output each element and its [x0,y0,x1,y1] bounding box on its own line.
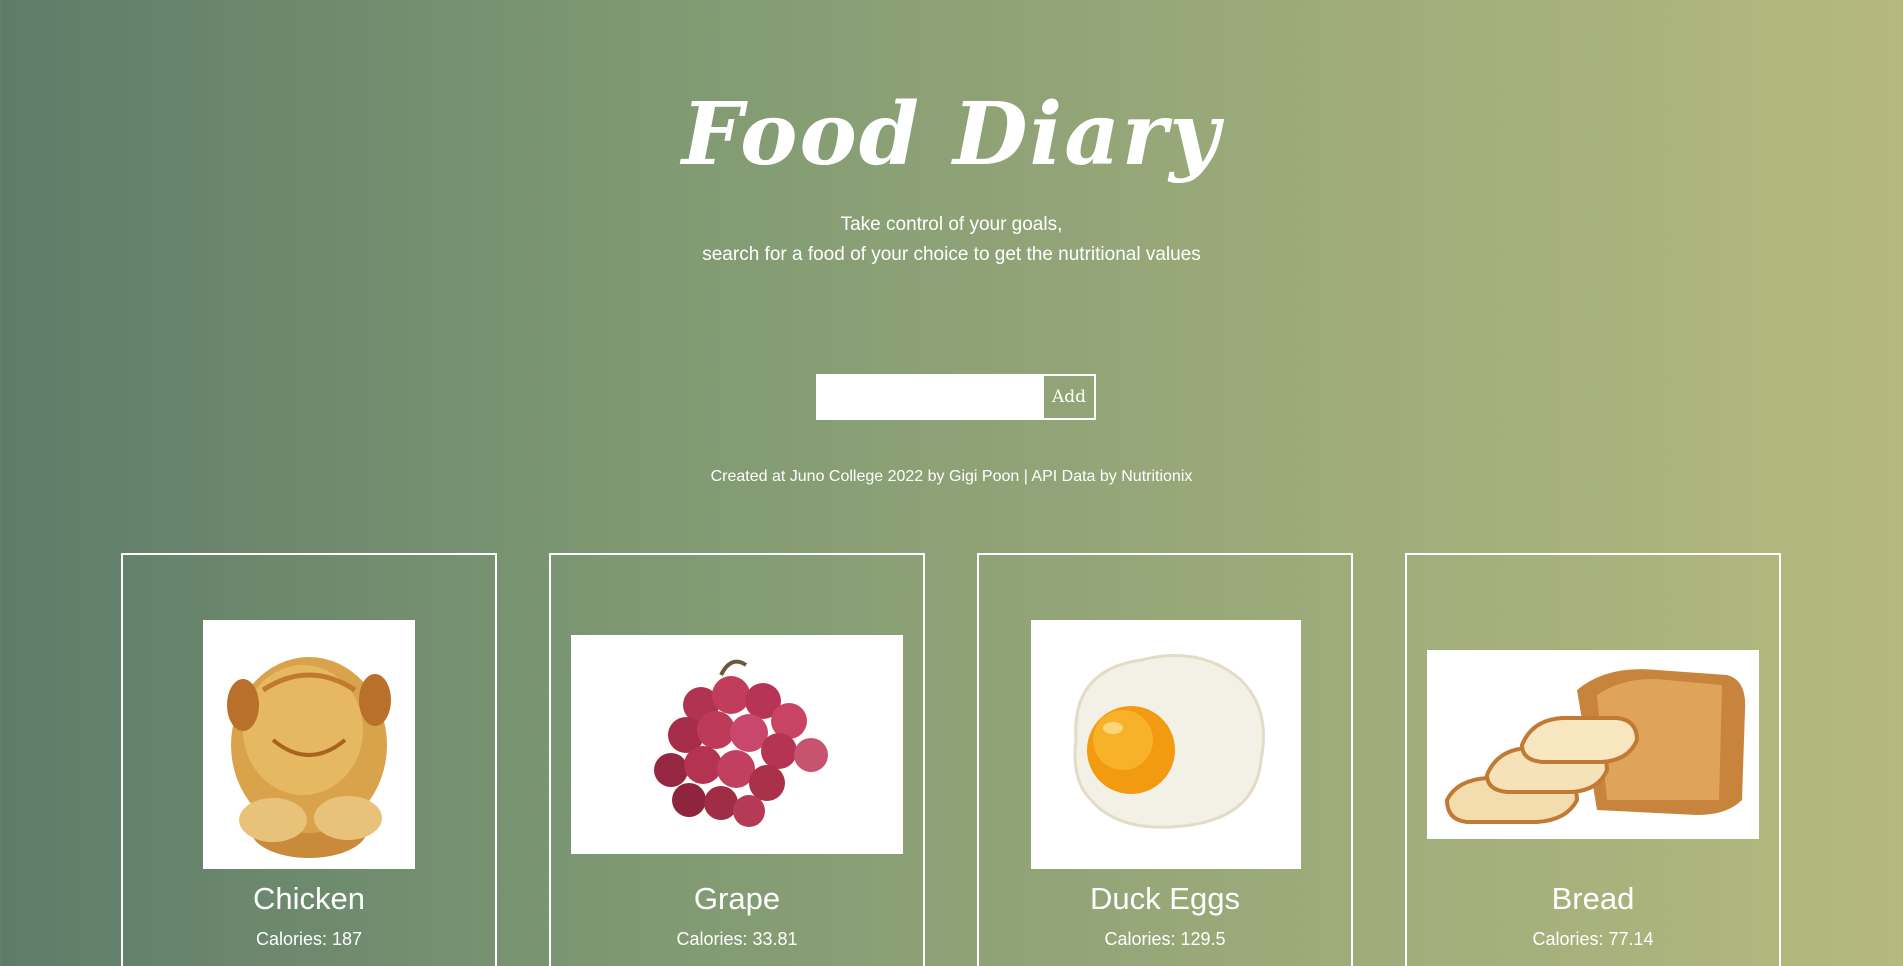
food-calories: Calories: 187 [255,929,363,949]
page-title: Food Diary [681,84,1222,185]
page-subtitle: Take control of your goals, search for a… [0,210,1903,270]
food-card-duck-eggs: Duck Eggs Calories: 129.5 [977,553,1353,966]
subtitle-line-2: search for a food of your choice to get … [702,244,1201,265]
food-card-grape: Grape Calories: 33.81 [549,553,925,966]
food-card-chicken: Chicken Calories: 187 [121,553,497,966]
food-calories: Calories: 129.5 [1104,929,1226,949]
food-image-duck-eggs [1031,620,1301,869]
food-image-chicken [203,620,415,869]
food-card-bread: Bread Calories: 77.14 [1405,553,1781,966]
food-calories: Calories: 33.81 [676,929,798,949]
fried-egg-image [1031,620,1301,869]
food-search-form: Add [816,374,1096,420]
food-name: Duck Eggs [1090,881,1240,916]
food-name: Chicken [253,881,365,916]
roast-chicken-image [203,620,415,869]
food-image-bread [1427,650,1759,839]
food-name: Bread [1551,881,1635,916]
food-card-list: Chicken Calories: 187 Grape Calories: 33… [121,553,1783,966]
food-search-input[interactable] [818,376,1042,418]
red-grapes-image [571,635,903,854]
footer-credit: Created at Juno College 2022 by Gigi Poo… [710,468,1193,485]
add-button[interactable]: Add [1042,376,1094,418]
sliced-bread-image [1427,650,1759,839]
food-name: Grape [693,881,781,916]
subtitle-line-1: Take control of your goals, [840,214,1063,235]
food-calories: Calories: 77.14 [1532,929,1654,949]
food-image-grape [571,635,903,854]
